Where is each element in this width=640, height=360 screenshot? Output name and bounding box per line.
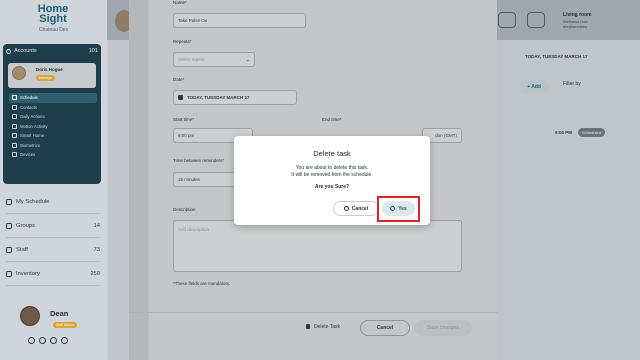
accounts-count: 101: [88, 48, 98, 54]
delete-task-button[interactable]: Delete Task: [306, 324, 340, 330]
sidebar-item-contacts[interactable]: Contacts: [9, 103, 97, 113]
actions-icon: [12, 114, 17, 120]
sidebar-item-devices[interactable]: Devices: [9, 150, 97, 160]
sidebar-item-groups[interactable]: Groups 14: [6, 214, 100, 238]
dialog-cancel-button[interactable]: Cancel: [333, 201, 379, 216]
inventory-icon: [6, 270, 12, 277]
account-user-name: Doris Hogue: [36, 67, 63, 72]
logout-icon[interactable]: [61, 337, 68, 344]
status-badge: Scheduled: [578, 127, 605, 137]
help-icon[interactable]: [39, 337, 46, 344]
dialog-message-line-2: It will be removed from the schedule.: [291, 172, 373, 178]
account-user-card[interactable]: Doris Hogue Manage: [8, 63, 96, 88]
profile-avatar[interactable]: [20, 306, 40, 326]
contacts-icon: [12, 104, 17, 110]
logo-line-2: Sight: [39, 13, 67, 25]
sidebar-item-daily-actions[interactable]: Daily Actions: [9, 112, 97, 122]
org-name: Chateau Dev: [38, 27, 69, 33]
accounts-icon: [6, 48, 11, 54]
close-icon: [343, 206, 349, 211]
sidebar-item-smart-home[interactable]: Smart Home: [9, 131, 97, 141]
repeats-select[interactable]: Select repeat ⌄: [173, 52, 255, 67]
account-user-badge: Manage: [36, 75, 55, 81]
sidebar-item-motion-activity[interactable]: Motion Activity: [9, 122, 97, 132]
description-field[interactable]: Add description: [173, 220, 462, 272]
calendar-icon: [12, 95, 17, 101]
profile-actions: [28, 337, 68, 344]
sidebar-item-inventory[interactable]: Inventory 250: [6, 262, 100, 286]
profile-name: Dean: [50, 309, 69, 318]
sidebar-item-schedule[interactable]: Schedule: [9, 93, 97, 103]
profile-badge: Staff Admin: [53, 322, 77, 328]
heart-icon: [12, 142, 17, 148]
calendar-icon: [178, 95, 183, 101]
dialog-message-line-1: You are about to delete this task.: [295, 165, 369, 171]
end-time-label: End time*: [322, 117, 342, 122]
staff-icon: [6, 246, 12, 253]
avatar: [12, 66, 26, 80]
schedule-icon: [6, 198, 12, 205]
schedule-row-time: 9:00 PM: [555, 129, 573, 135]
app-logo: Home Sight: [30, 4, 76, 25]
notifications-icon[interactable]: [28, 337, 35, 344]
sidebar-item-biometrics[interactable]: Biometrics: [9, 141, 97, 151]
living-room-subtitle: Wellness Hub ele@services: [563, 19, 588, 29]
accounts-label: Accounts: [14, 48, 37, 54]
sidebar-item-my-schedule[interactable]: My Schedule: [6, 190, 100, 214]
date-value: TODAY, TUESDAY MARCH 17: [187, 95, 250, 100]
date-label: Date*: [173, 77, 185, 82]
living-room-title: Living room: [563, 12, 592, 18]
sidebar-sections: My Schedule Groups 14 Staff 73 Inventory 25…: [6, 190, 100, 286]
date-picker[interactable]: TODAY, TUESDAY MARCH 17: [173, 90, 297, 105]
dialog-question: Are you Sure?: [314, 184, 350, 190]
chevron-down-icon: ⌄: [245, 57, 250, 63]
motion-icon: [12, 123, 17, 129]
save-changes-button[interactable]: Save changes: [414, 320, 472, 336]
sidebar-item-staff[interactable]: Staff 73: [6, 238, 100, 262]
filter-button[interactable]: Filter by: [563, 81, 581, 87]
panel-divider: [129, 312, 497, 313]
chat-icon[interactable]: [498, 12, 516, 28]
schedule-row[interactable]: 9:00 PM Scheduled: [555, 124, 625, 140]
name-field[interactable]: Take Pulse Ox: [173, 13, 306, 28]
trash-icon: [306, 324, 310, 330]
account-nav: Schedule Contacts Daily Actions Motion A…: [9, 93, 97, 160]
between-reminders-label: Time between reminders*: [173, 158, 225, 163]
add-button[interactable]: + Add: [519, 80, 549, 94]
mandatory-note: *These fields are mandatory.: [173, 281, 231, 286]
settings-icon[interactable]: [50, 337, 57, 344]
message-icon[interactable]: [527, 12, 545, 28]
device-icon: [12, 152, 17, 158]
repeats-placeholder: Select repeat: [178, 57, 205, 62]
description-label: Description: [173, 207, 196, 212]
sidebar: Home Sight Chateau Dev Accounts 101 Dori…: [0, 0, 107, 360]
dialog-title: Delete task: [313, 149, 351, 158]
date-chip[interactable]: TODAY, TUESDAY MARCH 17: [525, 54, 588, 59]
delete-task-dialog: Delete task You are about to delete this…: [234, 136, 430, 225]
cancel-button[interactable]: Cancel: [360, 320, 410, 336]
accounts-header[interactable]: Accounts 101: [6, 48, 98, 54]
highlight-box: [377, 196, 420, 222]
name-label: Name*: [173, 0, 187, 5]
start-time-label: Start time*: [173, 117, 195, 122]
repeats-label: Repeats*: [173, 39, 192, 44]
home-icon: [12, 133, 17, 139]
groups-icon: [6, 222, 12, 229]
panel-gutter: [129, 0, 149, 360]
